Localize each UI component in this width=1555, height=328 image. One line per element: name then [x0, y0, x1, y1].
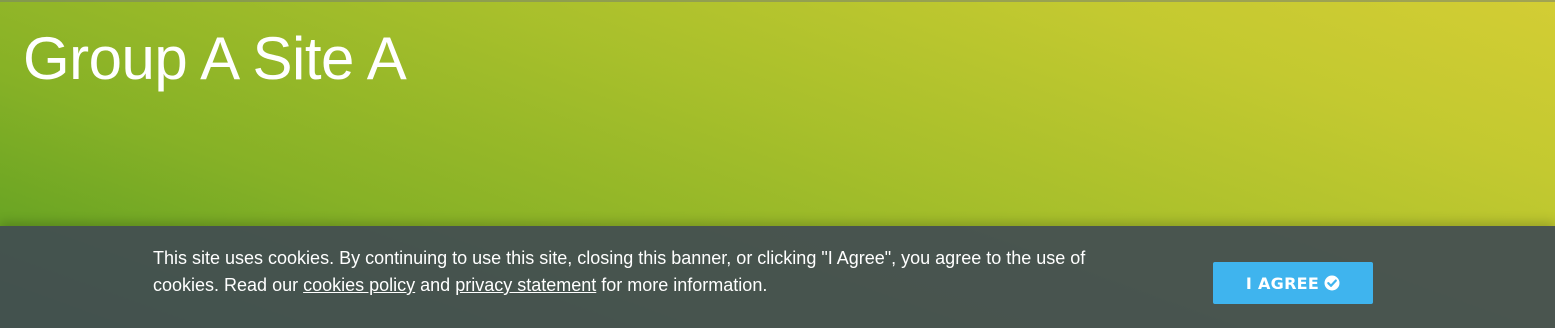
check-circle-icon [1324, 275, 1340, 291]
cookie-notice-text: This site uses cookies. By continuing to… [153, 245, 1113, 299]
i-agree-button[interactable]: I AGREE [1213, 262, 1373, 304]
site-title[interactable]: Group A Site A [23, 24, 407, 94]
cookie-consent-banner: This site uses cookies. By continuing to… [0, 226, 1555, 328]
top-divider [0, 0, 1555, 2]
cookies-policy-link[interactable]: cookies policy [303, 275, 415, 295]
page: Group A Site A This site uses cookies. B… [0, 0, 1555, 328]
cookie-text-outro: for more information. [596, 275, 768, 295]
agree-button-label: I AGREE [1245, 273, 1320, 293]
privacy-statement-link[interactable]: privacy statement [455, 275, 596, 295]
cookie-text-and: and [415, 275, 456, 295]
